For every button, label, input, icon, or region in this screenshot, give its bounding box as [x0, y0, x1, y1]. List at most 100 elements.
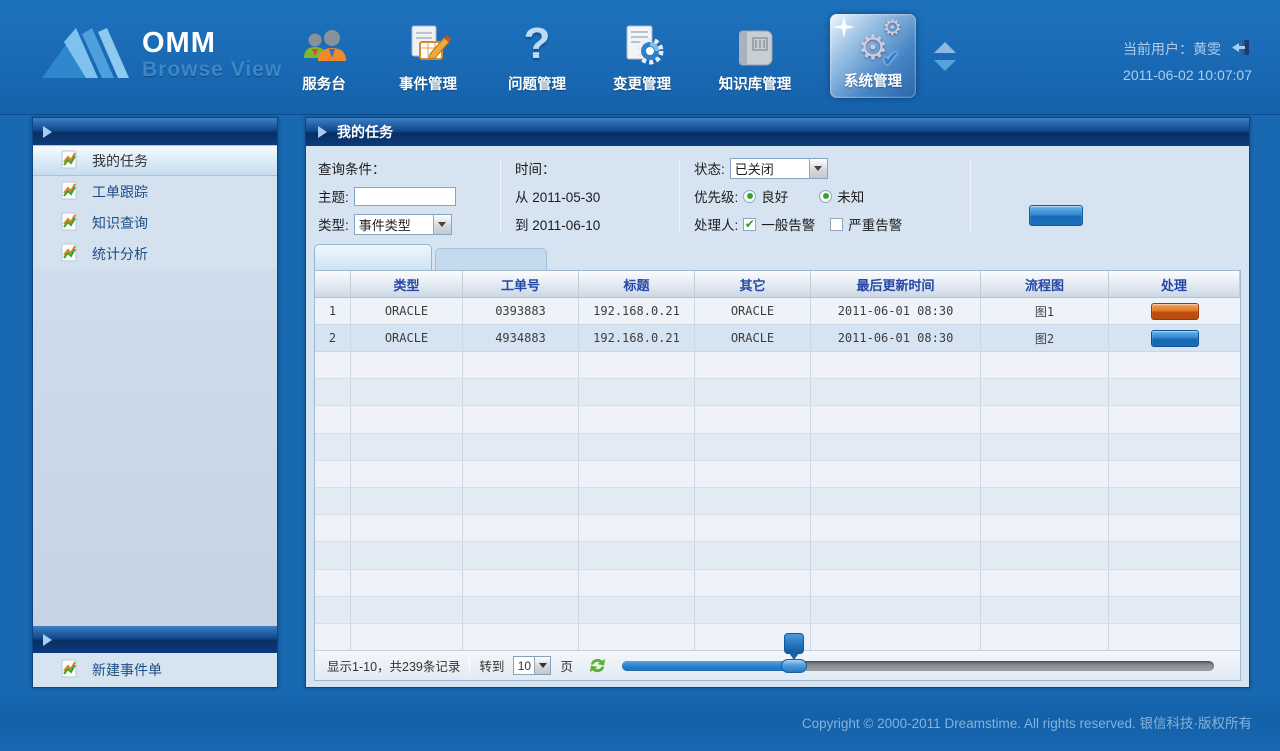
tab-strip — [306, 243, 1249, 270]
table-cell-empty — [695, 488, 811, 514]
chevron-down-icon — [433, 215, 451, 234]
column-header-action[interactable]: 处理 — [1109, 271, 1240, 297]
page-slider — [622, 661, 1214, 671]
table-cell-empty — [463, 624, 579, 650]
nav-label: 系统管理 — [844, 70, 902, 91]
row-action-button[interactable] — [1151, 303, 1199, 320]
page-suffix-label: 页 — [560, 656, 573, 675]
document-pencil-icon — [404, 14, 452, 68]
table-row-empty — [315, 542, 1240, 569]
column-header-updated[interactable]: 最后更新时间 — [811, 271, 981, 297]
table-row-empty — [315, 488, 1240, 515]
column-header-order-no[interactable]: 工单号 — [463, 271, 579, 297]
nav-item-change-mgmt[interactable]: 变更管理 — [590, 8, 694, 104]
sidebar-item-label: 新建事件单 — [92, 660, 162, 680]
sidebar: 我的任务 工单跟踪 知识查询 — [32, 117, 278, 688]
cell-flowchart-link[interactable]: 图2 — [981, 325, 1109, 351]
cell-updated: 2011-06-01 08:30 — [811, 298, 981, 324]
table-cell-empty — [351, 379, 463, 405]
table-cell-empty — [351, 624, 463, 650]
sidebar-header-bar[interactable] — [33, 118, 277, 145]
table-cell-empty — [981, 597, 1109, 623]
table-row: 1 ORACLE 0393883 192.168.0.21 ORACLE 201… — [315, 298, 1240, 325]
refresh-icon[interactable] — [588, 657, 607, 674]
cell-index: 2 — [315, 325, 351, 351]
checkbox-severe-alert[interactable] — [830, 218, 843, 231]
nav-label: 知识库管理 — [719, 73, 792, 94]
type-select-value: 事件类型 — [355, 215, 433, 234]
table-cell-empty — [1109, 597, 1240, 623]
slider-handle[interactable] — [781, 659, 807, 673]
table-cell-empty — [351, 406, 463, 432]
nav-label: 变更管理 — [613, 73, 671, 94]
table-cell-empty — [1109, 461, 1240, 487]
nav-scroll-down-icon[interactable] — [934, 60, 956, 71]
table-cell-empty — [315, 352, 351, 378]
sidebar-item-ticket-tracking[interactable]: 工单跟踪 — [33, 176, 277, 207]
table-cell-empty — [315, 515, 351, 541]
column-header-type[interactable]: 类型 — [351, 271, 463, 297]
nav-scroll-up-icon[interactable] — [934, 42, 956, 53]
table-row-empty — [315, 624, 1240, 650]
sidebar-item-knowledge-query[interactable]: 知识查询 — [33, 207, 277, 238]
column-header-flowchart[interactable]: 流程图 — [981, 271, 1109, 297]
table-cell-empty — [579, 406, 695, 432]
table-cell-empty — [463, 488, 579, 514]
radio-good[interactable] — [743, 190, 756, 203]
status-select-value: 已关闭 — [731, 159, 809, 178]
checkbox-general-alert[interactable]: ✔ — [743, 218, 756, 231]
subject-input[interactable] — [354, 187, 456, 206]
sidebar-item-my-tasks[interactable]: 我的任务 — [33, 145, 277, 176]
table-cell-empty — [351, 352, 463, 378]
table-cell-empty — [579, 461, 695, 487]
table-cell-empty — [695, 406, 811, 432]
nav-item-service-desk[interactable]: 服务台 — [276, 8, 372, 104]
table-cell-empty — [1109, 352, 1240, 378]
current-datetime: 2011-06-02 10:07:07 — [1123, 67, 1252, 83]
radio-unknown[interactable] — [819, 190, 832, 203]
slider-tooltip-marker[interactable] — [784, 633, 804, 654]
table-row-empty — [315, 406, 1240, 433]
nav-item-problem-mgmt[interactable]: ? 问题管理 — [484, 8, 590, 104]
logout-icon[interactable] — [1231, 39, 1251, 59]
column-header-other[interactable]: 其它 — [695, 271, 811, 297]
cell-title: 192.168.0.21 — [579, 325, 695, 351]
status-label: 状态: — [694, 158, 725, 178]
row-action-button[interactable] — [1151, 330, 1199, 347]
type-select[interactable]: 事件类型 — [354, 214, 452, 235]
sidebar-item-statistics[interactable]: 统计分析 — [33, 238, 277, 269]
cell-index: 1 — [315, 298, 351, 324]
table-cell-empty — [315, 379, 351, 405]
column-header-title[interactable]: 标题 — [579, 271, 695, 297]
table-cell-empty — [811, 488, 981, 514]
table-cell-empty — [1109, 515, 1240, 541]
nav-item-system-mgmt[interactable]: ⚙ ⚙ ✔ 系统管理 — [830, 14, 916, 98]
page-footer: Copyright © 2000-2011 Dreamstime. All ri… — [0, 695, 1280, 751]
nav-item-knowledge-mgmt[interactable]: 知识库管理 — [694, 8, 816, 104]
table-row-empty — [315, 461, 1240, 488]
table-cell-empty — [463, 515, 579, 541]
table-cell-empty — [811, 624, 981, 650]
divider — [970, 159, 971, 233]
sidebar-item-label: 我的任务 — [92, 151, 148, 171]
status-select[interactable]: 已关闭 — [730, 158, 828, 179]
sidebar-item-new-incident[interactable]: 新建事件单 — [33, 653, 277, 687]
query-conditions-label: 查询条件： — [318, 157, 486, 179]
table-cell-empty — [463, 542, 579, 568]
sidebar-bottom-bar[interactable] — [33, 626, 277, 653]
app-header: OMM Browse View 服务台 — [0, 0, 1280, 115]
divider — [469, 657, 470, 674]
table-cell-empty — [981, 570, 1109, 596]
table-cell-empty — [695, 379, 811, 405]
cell-flowchart-link[interactable]: 图1 — [981, 298, 1109, 324]
nav-item-incident-mgmt[interactable]: 事件管理 — [372, 8, 484, 104]
chart-doc-icon — [60, 150, 79, 172]
sidebar-item-label: 知识查询 — [92, 213, 148, 233]
page-size-select[interactable]: 10 — [513, 656, 551, 675]
search-button[interactable] — [1029, 205, 1083, 226]
arrow-right-icon — [318, 126, 327, 138]
table-cell-empty — [463, 597, 579, 623]
tab-1[interactable] — [314, 244, 432, 270]
table-cell-empty — [695, 542, 811, 568]
tab-2[interactable] — [435, 248, 547, 270]
